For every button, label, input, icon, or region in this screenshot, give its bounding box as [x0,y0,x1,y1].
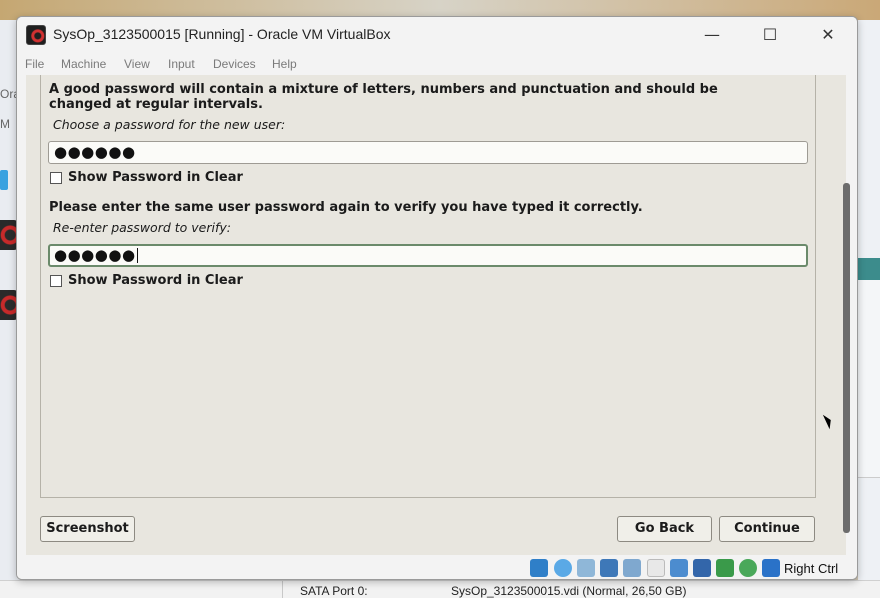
menu-file[interactable]: File [25,57,44,71]
sata-port-label: SATA Port 0: [300,584,368,598]
continue-button[interactable]: Continue [719,516,815,542]
shared-folders-icon[interactable] [647,559,665,577]
network-icon[interactable] [600,559,618,577]
mouse-pointer-icon [822,412,835,430]
manager-selection-bar [0,170,8,190]
text-caret [136,248,138,263]
background-window-right-edge [858,20,880,580]
password-intro-text: A good password will contain a mixture o… [49,82,718,112]
hard-disk-icon[interactable] [530,559,548,577]
screenshot-button[interactable]: Screenshot [40,516,135,542]
status-bar: Right Ctrl [17,555,857,579]
guest-display[interactable]: A good password will contain a mixture o… [26,75,850,555]
recording-icon[interactable] [693,559,711,577]
host-key-label: Right Ctrl [784,561,839,576]
menu-help[interactable]: Help [272,57,297,71]
virtualbox-app-icon [26,25,46,45]
go-back-button[interactable]: Go Back [617,516,712,542]
mouse-integration-icon[interactable] [739,559,757,577]
background-thumbnail [858,258,880,478]
menu-devices[interactable]: Devices [213,57,256,71]
keyboard-icon[interactable] [762,559,780,577]
details-separator [282,581,283,598]
close-icon[interactable]: ✕ [799,17,857,53]
window-title: SysOp_3123500015 [Running] - Oracle VM V… [53,26,391,42]
show-password-label-2[interactable]: Show Password in Clear [68,273,243,288]
audio-icon[interactable] [577,559,595,577]
sata-port-value: SysOp_3123500015.vdi (Normal, 26,50 GB) [451,584,687,598]
reenter-password-label: Re-enter password to verify: [53,220,231,235]
manager-details-row: SATA Port 0: SysOp_3123500015.vdi (Norma… [0,580,880,598]
optical-drive-icon[interactable] [554,559,572,577]
password-input[interactable]: ●●●●●● [48,141,808,164]
choose-password-label: Choose a password for the new user: [53,117,286,132]
title-bar[interactable]: SysOp_3123500015 [Running] - Oracle VM V… [17,17,857,53]
menu-view[interactable]: View [124,57,150,71]
show-password-checkbox-2[interactable] [50,275,62,287]
manager-fragment-text: M [0,117,10,131]
verify-instruction-text: Please enter the same user password agai… [49,200,643,215]
display-icon[interactable] [670,559,688,577]
menu-machine[interactable]: Machine [61,57,106,71]
cpu-icon[interactable] [716,559,734,577]
vertical-scrollbar[interactable] [843,183,850,533]
usb-icon[interactable] [623,559,641,577]
maximize-icon[interactable]: ☐ [741,17,799,53]
menu-bar: File Machine View Input Devices Help [17,53,857,75]
show-password-checkbox[interactable] [50,172,62,184]
verify-password-input[interactable]: ●●●●●● [48,244,808,267]
minimize-icon[interactable]: — [683,17,741,53]
menu-input[interactable]: Input [168,57,195,71]
verify-password-value: ●●●●●● [54,246,136,264]
vm-window: SysOp_3123500015 [Running] - Oracle VM V… [16,16,858,580]
show-password-label[interactable]: Show Password in Clear [68,170,243,185]
